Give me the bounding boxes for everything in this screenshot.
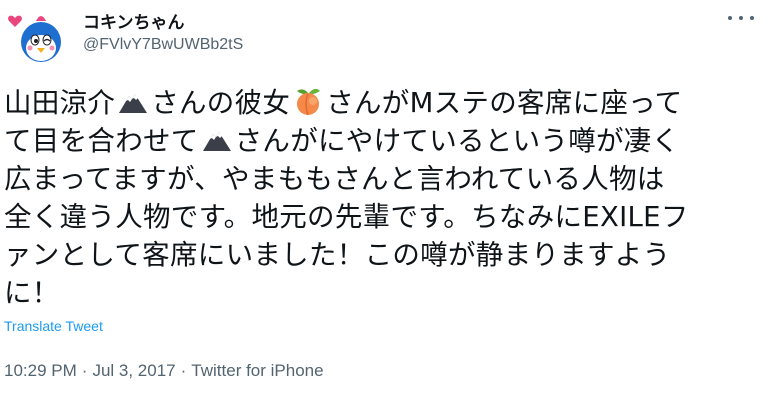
dot: [739, 16, 743, 20]
display-name[interactable]: コキンちゃん: [83, 8, 185, 33]
tweet-meta: 10:29 PM · Jul 3, 2017 · Twitter for iPhone: [4, 361, 324, 381]
tweet-text-segment: さんがMステの客席に座って: [326, 87, 683, 119]
dot: [750, 16, 754, 20]
mountain-icon: [202, 124, 232, 154]
separator: ·: [81, 361, 88, 380]
tweet-line: ァンとして客席にいました！この噂が静まりますよう: [4, 236, 774, 274]
tweet-line: 山田涼介 さんの彼女 さんがMステの客席に座って: [4, 84, 774, 122]
tweet-line: 広まってますが、やまももさんと言われている人物は: [4, 160, 774, 198]
tweet-text-segment: さんの彼女: [151, 87, 291, 119]
tweet-line: て目を合わせて さんがにやけているという噂が凄く: [4, 122, 774, 160]
avatar-character-icon: [8, 15, 61, 62]
tweet-text: 山田涼介 さんの彼女 さんがMステの客席に座ってて目を合わせて さんがにやけているとい…: [4, 84, 774, 312]
tweet-text-segment: ァンとして客席にいました！この噂が静まりますよう: [4, 239, 671, 271]
tweet-text-segment: さんがにやけているという噂が凄く: [234, 125, 680, 157]
tweet-text-segment: て目を合わせて: [4, 125, 199, 157]
translate-tweet-link[interactable]: Translate Tweet: [4, 318, 103, 334]
separator: ·: [180, 361, 187, 380]
avatar[interactable]: [6, 8, 64, 66]
tweet-date[interactable]: Jul 3, 2017: [92, 361, 175, 380]
tweet-card: コキンちゃん @FVlvY7BwUWBb2tS 山田涼介 さんの彼女 さんがMステの…: [0, 0, 782, 402]
tweet-line: 全く違う人物です。地元の先輩です。ちなみにEXILEフ: [4, 198, 774, 236]
mountain-icon: [118, 86, 148, 116]
tweet-text-segment: 山田涼介: [4, 87, 116, 119]
tweet-text-segment: 全く違う人物です。地元の先輩です。ちなみにEXILEフ: [4, 201, 689, 233]
user-handle[interactable]: @FVlvY7BwUWBb2tS: [83, 36, 243, 54]
tweet-source[interactable]: Twitter for iPhone: [191, 361, 323, 380]
tweet-line: に！: [4, 274, 774, 312]
tweet-time[interactable]: 10:29 PM: [4, 361, 77, 380]
tweet-text-segment: 広まってますが、やまももさんと言われている人物は: [4, 163, 665, 195]
tweet-text-segment: に！: [4, 277, 60, 309]
dot: [728, 16, 732, 20]
more-options-icon[interactable]: [728, 10, 754, 26]
peach-icon: [293, 86, 323, 116]
